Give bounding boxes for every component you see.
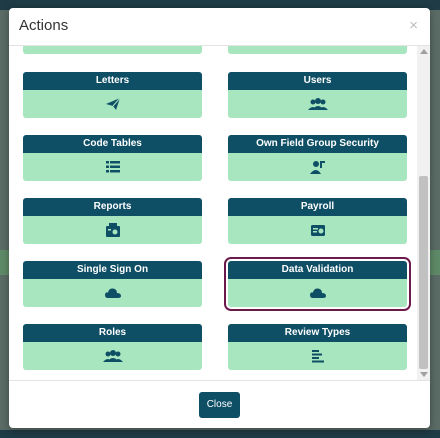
tile-label: Code Tables: [23, 135, 202, 153]
tile-label: Data Validation: [228, 261, 407, 279]
vertical-scrollbar[interactable]: [417, 46, 430, 380]
tile-data-validation[interactable]: Data Validation: [224, 257, 411, 311]
scroll-up-icon[interactable]: [420, 49, 428, 54]
tile-label: Users: [228, 72, 407, 90]
tile-label: Roles: [23, 324, 202, 342]
users-icon: [307, 98, 328, 110]
tile-label: Review Types: [228, 324, 407, 342]
background-app-footer: [0, 430, 440, 438]
user-lock-icon: [309, 161, 325, 174]
tile-review-types[interactable]: Review Types: [228, 324, 407, 370]
modal-footer: Close: [9, 380, 430, 429]
tile-label: Own Field Group Security: [228, 135, 407, 153]
modal-header: Actions ×: [9, 8, 430, 46]
tile-code-tables[interactable]: Code Tables: [23, 135, 202, 181]
action-tiles-grid: Letters Users Code Tables Own Field Grou…: [9, 46, 416, 380]
partial-tile[interactable]: [228, 46, 407, 54]
tile-own-field-group-security[interactable]: Own Field Group Security: [228, 135, 407, 181]
tile-reports[interactable]: Reports: [23, 198, 202, 244]
partial-tile[interactable]: [23, 46, 202, 54]
modal-title: Actions: [19, 17, 69, 34]
tile-payroll[interactable]: Payroll: [228, 198, 407, 244]
tile-letters[interactable]: Letters: [23, 72, 202, 118]
close-button[interactable]: Close: [199, 392, 240, 418]
tile-label: Reports: [23, 198, 202, 216]
align-left-icon: [311, 350, 324, 363]
report-icon: [105, 223, 120, 237]
cloud-icon: [104, 288, 121, 298]
actions-modal: Actions × Letters Users Code Tables Own …: [9, 8, 430, 428]
scrollbar-thumb[interactable]: [419, 176, 428, 369]
payroll-icon: [310, 225, 325, 236]
tile-label: Letters: [23, 72, 202, 90]
scroll-down-icon[interactable]: [420, 372, 428, 377]
list-icon: [105, 161, 120, 173]
users-icon: [102, 350, 123, 362]
tile-label: Payroll: [228, 198, 407, 216]
tile-single-sign-on[interactable]: Single Sign On: [23, 261, 202, 307]
close-icon[interactable]: ×: [409, 17, 418, 34]
paper-plane-icon: [105, 97, 120, 110]
tile-label: Single Sign On: [23, 261, 202, 279]
modal-body: Letters Users Code Tables Own Field Grou…: [9, 46, 430, 380]
cloud-icon: [309, 288, 326, 298]
tile-users[interactable]: Users: [228, 72, 407, 118]
tile-roles[interactable]: Roles: [23, 324, 202, 370]
